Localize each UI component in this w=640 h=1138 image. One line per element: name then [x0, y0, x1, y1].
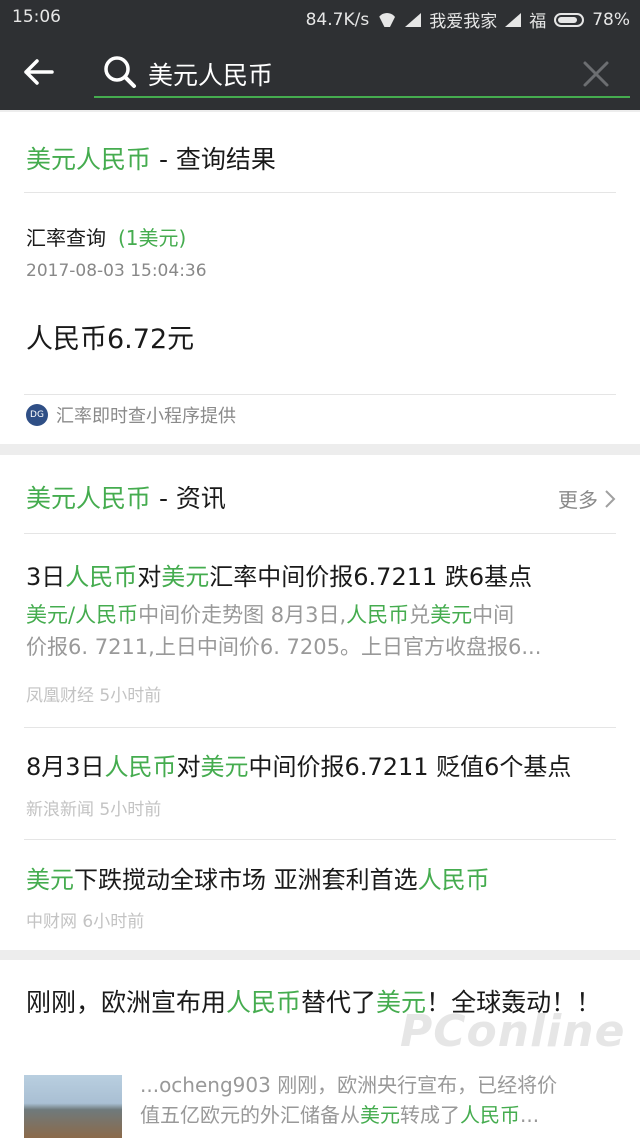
divider	[24, 192, 616, 193]
carrier-name: 我爱我家	[429, 12, 498, 32]
battery-icon	[554, 12, 585, 27]
divider	[24, 394, 616, 395]
network-speed: 84.7K/s	[305, 9, 370, 30]
news-card: 美元人民币 - 资讯 更多 3日人民币对美元汇率中间价报6.7211 跌6基点 …	[0, 455, 640, 950]
status-bar: 15:06 84.7K/s 我爱我家 福 78%	[0, 0, 640, 36]
signal-icon	[405, 12, 422, 27]
rate-value: 人民币6.72元	[26, 324, 195, 355]
search-icon	[104, 56, 136, 88]
clear-search-button[interactable]	[580, 58, 612, 90]
wifi-icon	[377, 13, 397, 27]
divider	[24, 839, 616, 840]
divider	[24, 727, 616, 728]
back-button[interactable]	[18, 52, 62, 92]
search-input[interactable]: 美元人民币	[94, 50, 630, 98]
provider-link[interactable]: DG 汇率即时查小程序提供	[26, 402, 236, 428]
back-arrow-icon	[24, 59, 54, 85]
divider	[24, 533, 616, 534]
watermark: PConline	[400, 1006, 626, 1057]
news-snippet: 美元/人民币中间价走势图 8月3日,人民币兑美元中间 价报6. 7211,上日中…	[26, 603, 542, 659]
chevron-right-icon	[605, 489, 616, 508]
rate-result-card[interactable]: 美元人民币 - 查询结果 汇率查询 (1美元) 2017-08-03 15:04:…	[0, 112, 640, 444]
article-thumbnail	[24, 1075, 122, 1138]
provider-label: 汇率即时查小程序提供	[56, 406, 236, 427]
carrier-name-2: 福	[529, 12, 547, 32]
rate-unit: (1美元)	[118, 226, 187, 250]
status-right: 84.7K/s 我爱我家 福 78%	[305, 7, 630, 33]
news-meta: 新浪新闻 5小时前	[26, 800, 162, 820]
close-icon	[583, 61, 609, 87]
rate-timestamp: 2017-08-03 15:04:36	[26, 261, 207, 281]
more-news-button[interactable]: 更多	[558, 484, 616, 513]
article-snippet: ...ocheng903 刚刚，欧洲央行宣布，已经将价 值五亿欧元的外汇储备从美…	[140, 1073, 558, 1127]
signal-icon-2	[505, 12, 522, 27]
search-header: 美元人民币	[0, 36, 640, 110]
provider-logo: DG	[26, 404, 48, 426]
news-title[interactable]: 8月3日人民币对美元中间价报6.7211 贬值6个基点	[26, 747, 571, 782]
news-title[interactable]: 美元下跌搅动全球市场 亚洲套利首选人民币	[26, 860, 490, 895]
status-time: 15:06	[12, 7, 61, 27]
news-title[interactable]: 3日人民币对美元汇率中间价报6.7211 跌6基点	[26, 557, 532, 592]
news-card-title: 美元人民币 - 资讯	[26, 484, 226, 513]
battery-level: 78%	[592, 9, 630, 30]
search-query[interactable]: 美元人民币	[148, 56, 273, 92]
rate-card-title: 美元人民币 - 查询结果	[26, 145, 276, 174]
news-meta: 中财网 6小时前	[26, 912, 145, 932]
rate-label: 汇率查询 (1美元)	[26, 226, 187, 250]
news-meta: 凤凰财经 5小时前	[26, 686, 162, 706]
